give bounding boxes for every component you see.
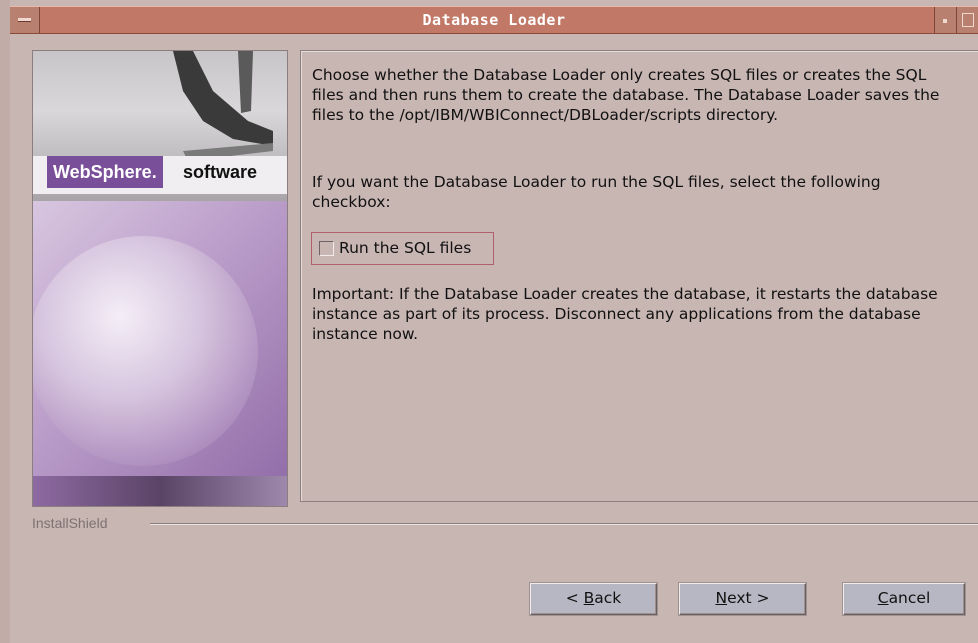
- important-notice: Important: If the Database Loader create…: [312, 285, 938, 343]
- run-sql-files-checkbox[interactable]: Run the SQL files: [311, 232, 494, 265]
- cancel-button[interactable]: Cancel: [843, 583, 965, 615]
- websphere-logo: WebSphere.: [47, 156, 163, 188]
- back-mnemonic: B: [583, 589, 595, 607]
- footer-divider: [150, 523, 978, 525]
- installer-window: Database Loader WebSphere. software Choo…: [0, 0, 978, 643]
- installshield-brand: InstallShield: [32, 515, 108, 531]
- title-bar[interactable]: Database Loader: [10, 6, 978, 34]
- instructions-paragraph: Choose whether the Database Loader only …: [312, 66, 940, 124]
- back-prefix: <: [565, 589, 584, 607]
- minimize-button[interactable]: [934, 7, 956, 33]
- next-mnemonic: N: [715, 589, 728, 607]
- back-rest: ack: [594, 589, 622, 607]
- maximize-icon: [962, 13, 974, 27]
- next-button[interactable]: Next >: [679, 583, 806, 615]
- next-rest: ext >: [727, 589, 770, 607]
- banner-footer-strip: [33, 476, 287, 506]
- checkbox-icon[interactable]: [319, 241, 334, 256]
- content-panel: Choose whether the Database Loader only …: [300, 50, 978, 502]
- globe-illustration: [33, 236, 258, 466]
- checkbox-label[interactable]: Run the SQL files: [339, 233, 471, 264]
- software-label: software: [183, 162, 258, 182]
- back-button[interactable]: < Back: [530, 583, 657, 615]
- checkbox-instructions: If you want the Database Loader to run t…: [312, 173, 881, 211]
- maximize-button[interactable]: [956, 7, 978, 33]
- websphere-banner-image: WebSphere. software: [32, 50, 288, 507]
- window-title: Database Loader: [422, 11, 566, 29]
- cancel-rest: ancel: [888, 589, 931, 607]
- cancel-mnemonic: C: [877, 589, 889, 607]
- minimize-icon: [943, 19, 947, 23]
